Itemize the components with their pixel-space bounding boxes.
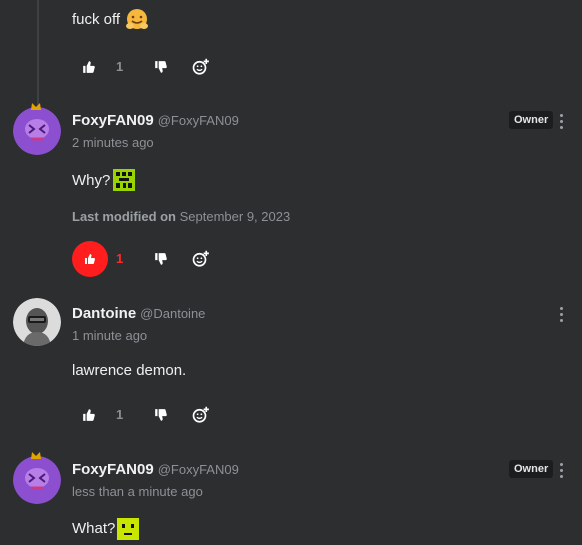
like-count: 1 <box>116 59 124 74</box>
like-button[interactable] <box>80 406 98 424</box>
green-pixel-emoji <box>113 169 135 191</box>
add-reaction-button[interactable] <box>191 57 211 77</box>
author-name[interactable]: FoxyFAN09 <box>72 112 154 129</box>
comment-text: fuck off <box>72 11 121 28</box>
thumbs-up-icon <box>85 254 95 264</box>
crown-icon <box>31 103 41 110</box>
thumbs-up-icon <box>83 61 95 73</box>
author-name[interactable]: Dantoine <box>72 305 136 322</box>
hugging-face-emoji <box>126 9 148 29</box>
more-options-icon <box>560 114 564 129</box>
add-reaction-icon <box>192 58 209 75</box>
author-handle[interactable]: @Dantoine <box>140 306 205 321</box>
add-reaction-icon <box>192 406 209 423</box>
avatar[interactable] <box>13 107 61 155</box>
add-reaction-button[interactable] <box>191 405 211 425</box>
last-modified: Last modified on September 9, 2023 <box>72 209 290 224</box>
more-options-icon <box>560 463 564 478</box>
owner-badge: Owner <box>509 460 554 478</box>
thread-line <box>37 0 39 110</box>
thumbs-down-icon <box>155 253 167 265</box>
comment-text: What? <box>72 520 116 537</box>
dislike-button[interactable] <box>152 406 170 424</box>
dislike-button[interactable] <box>152 250 170 268</box>
more-options-button[interactable] <box>560 463 564 481</box>
crown-icon <box>31 452 41 459</box>
more-options-button[interactable] <box>560 307 564 325</box>
last-modified-date: September 9, 2023 <box>179 209 291 224</box>
add-reaction-button[interactable] <box>191 249 211 269</box>
timestamp[interactable]: 1 minute ago <box>72 328 147 343</box>
more-options-icon <box>560 307 564 322</box>
author-handle[interactable]: @FoxyFAN09 <box>158 113 239 128</box>
thumbs-down-icon <box>155 409 167 421</box>
comment-text: Why? <box>72 172 111 189</box>
more-options-button[interactable] <box>560 114 564 132</box>
author-name[interactable]: FoxyFAN09 <box>72 461 154 478</box>
like-button[interactable] <box>80 58 98 76</box>
timestamp[interactable]: less than a minute ago <box>72 484 203 499</box>
thumbs-down-icon <box>155 61 167 73</box>
author-handle[interactable]: @FoxyFAN09 <box>158 462 239 477</box>
last-modified-label: Last modified on <box>72 209 176 224</box>
dislike-button[interactable] <box>152 58 170 76</box>
timestamp[interactable]: 2 minutes ago <box>72 135 154 150</box>
like-button-active[interactable] <box>72 241 108 277</box>
comment-text: lawrence demon. <box>72 362 187 379</box>
yellow-pixel-emoji <box>117 518 139 540</box>
avatar[interactable] <box>13 298 61 346</box>
thumbs-up-icon <box>83 409 95 421</box>
add-reaction-icon <box>192 250 209 267</box>
like-count: 1 <box>116 407 124 422</box>
avatar[interactable] <box>13 456 61 504</box>
owner-badge: Owner <box>509 111 554 129</box>
like-count: 1 <box>116 251 124 266</box>
